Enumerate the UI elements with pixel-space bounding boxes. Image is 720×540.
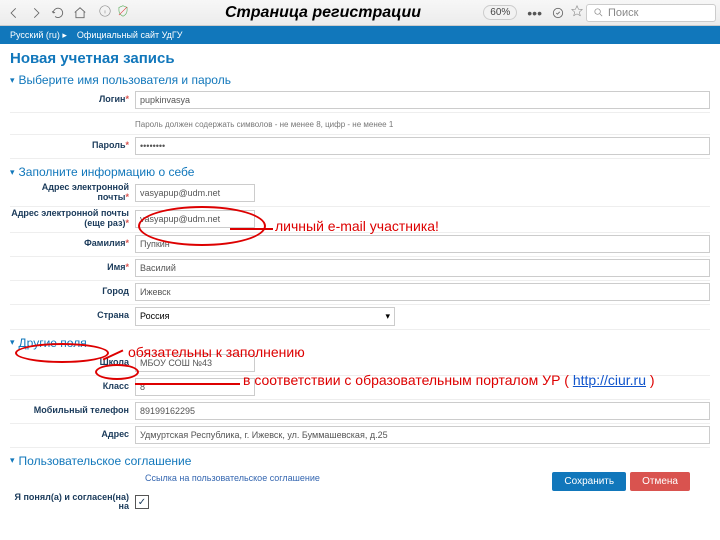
grade-input[interactable] bbox=[135, 378, 255, 396]
email-label: Адрес электронной почты* bbox=[10, 183, 135, 203]
password-input[interactable] bbox=[135, 137, 710, 155]
annotation-school-line bbox=[135, 383, 240, 385]
email-input[interactable] bbox=[135, 184, 255, 202]
section-other[interactable]: Другие поля bbox=[10, 336, 710, 350]
grade-label: Класс bbox=[10, 382, 135, 392]
firstname-label: Имя* bbox=[10, 263, 135, 273]
lastname-label: Фамилия* bbox=[10, 239, 135, 249]
annotation-email-note: личный e-mail участника! bbox=[275, 218, 439, 234]
annotation-required-note: обязательны к заполнению bbox=[128, 344, 305, 360]
agree-label: Я понял(а) и согласен(на) на bbox=[10, 493, 135, 513]
reader-icon[interactable] bbox=[548, 3, 568, 23]
section-agreement[interactable]: Пользовательское соглашение bbox=[10, 454, 710, 468]
country-label: Страна bbox=[10, 311, 135, 321]
forward-button[interactable] bbox=[26, 3, 46, 23]
home-button[interactable] bbox=[70, 3, 90, 23]
phone-input[interactable] bbox=[135, 402, 710, 420]
phone-label: Мобильный телефон bbox=[10, 406, 135, 416]
annotation-school-note: в соответствии с образовательным портало… bbox=[243, 372, 655, 388]
cancel-button[interactable]: Отмена bbox=[630, 472, 690, 491]
password-hint: Пароль должен содержать символов - не ме… bbox=[135, 120, 710, 129]
page-title: Новая учетная запись bbox=[10, 50, 710, 67]
city-label: Город bbox=[10, 287, 135, 297]
annotation-page-title: Страница регистрации bbox=[225, 4, 421, 22]
login-input[interactable] bbox=[135, 91, 710, 109]
login-label: Логин* bbox=[10, 95, 135, 105]
firstname-input[interactable] bbox=[135, 259, 710, 277]
country-select[interactable]: Россия▾ bbox=[135, 307, 395, 326]
zoom-level[interactable]: 60% bbox=[483, 5, 517, 20]
address-label: Адрес bbox=[10, 430, 135, 440]
password-label: Пароль* bbox=[10, 141, 135, 151]
annotation-school-ellipse bbox=[95, 364, 139, 380]
tracking-shield-icon[interactable] bbox=[116, 4, 130, 21]
annotation-email-ellipse bbox=[138, 206, 266, 246]
language-switcher[interactable]: Русский (ru) ▸ bbox=[10, 30, 67, 41]
annotation-other-ellipse bbox=[15, 343, 109, 363]
search-icon bbox=[593, 7, 604, 18]
ciur-link[interactable]: http://ciur.ru bbox=[573, 372, 646, 388]
info-icon[interactable] bbox=[98, 4, 112, 21]
agree-checkbox[interactable]: ✓ bbox=[135, 495, 149, 509]
annotation-email-line bbox=[230, 228, 273, 230]
search-input[interactable]: Поиск bbox=[586, 4, 716, 22]
menu-dots-icon[interactable]: ••• bbox=[523, 5, 546, 21]
agreement-link[interactable]: Ссылка на пользовательское соглашение bbox=[145, 473, 320, 483]
back-button[interactable] bbox=[4, 3, 24, 23]
official-site-link[interactable]: Официальный сайт УдГУ bbox=[77, 30, 183, 40]
star-icon[interactable] bbox=[570, 4, 584, 21]
email2-label: Адрес электронной почты (еще раз)* bbox=[10, 209, 135, 229]
chevron-down-icon: ▾ bbox=[385, 311, 390, 322]
city-input[interactable] bbox=[135, 283, 710, 301]
address-input[interactable] bbox=[135, 426, 710, 444]
reload-button[interactable] bbox=[48, 3, 68, 23]
save-button[interactable]: Сохранить bbox=[552, 472, 626, 491]
section-credentials[interactable]: Выберите имя пользователя и пароль bbox=[10, 73, 710, 87]
section-personal[interactable]: Заполните информацию о себе bbox=[10, 165, 710, 179]
